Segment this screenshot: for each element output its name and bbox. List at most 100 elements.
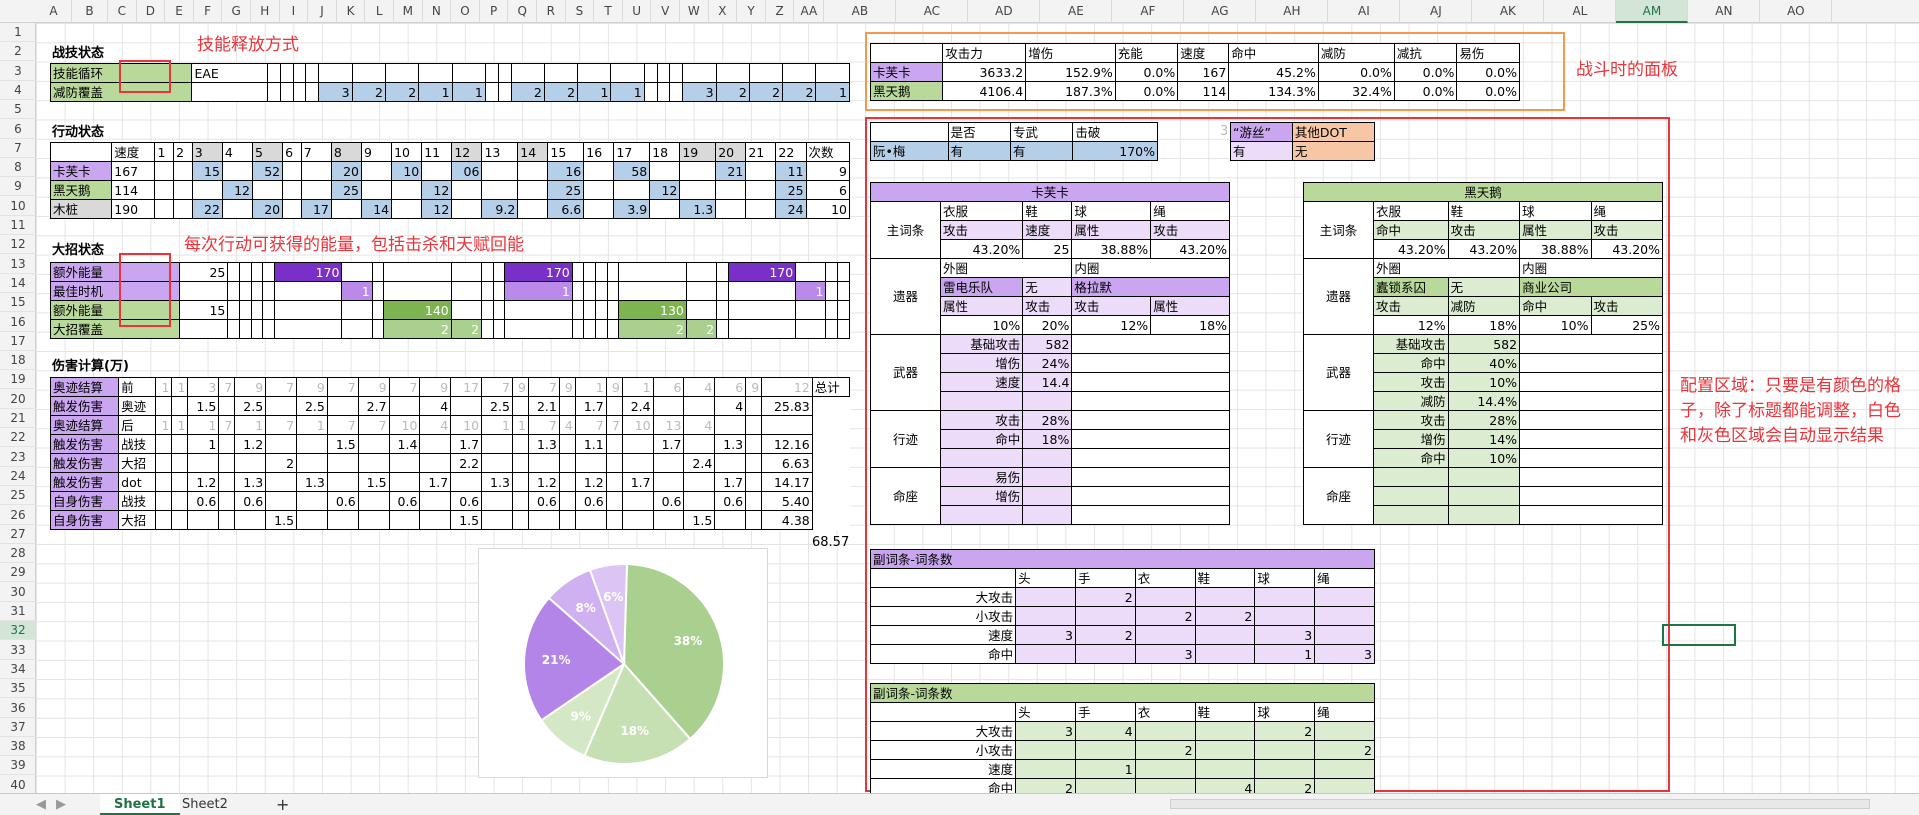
- ultimate-cell[interactable]: [606, 281, 620, 301]
- damage-cell[interactable]: 1.4: [388, 434, 421, 454]
- ultimate-cell[interactable]: [716, 262, 729, 282]
- weapon-stat[interactable]: 速度: [939, 372, 1024, 392]
- damage-cell[interactable]: [605, 510, 623, 530]
- ultimate-cell[interactable]: 2: [450, 319, 483, 339]
- substat-value[interactable]: 2: [1194, 606, 1256, 626]
- substat-value[interactable]: [1015, 587, 1076, 607]
- action-cell[interactable]: 14: [360, 199, 393, 219]
- substat-col[interactable]: 鞋: [1194, 702, 1256, 722]
- damage-cell[interactable]: [218, 510, 236, 530]
- damage-cell[interactable]: [296, 434, 328, 454]
- panel-header[interactable]: 速度: [1177, 43, 1230, 63]
- panel-header[interactable]: 增伤: [1025, 43, 1116, 63]
- defense-cover-cell[interactable]: [279, 82, 294, 102]
- tab-sheet2[interactable]: Sheet2: [168, 794, 242, 815]
- outer-label[interactable]: 外圈: [939, 258, 1073, 278]
- substat-value[interactable]: 1: [1254, 644, 1316, 664]
- column-header-AO[interactable]: AO: [1760, 0, 1833, 23]
- damage-cell[interactable]: 1.3: [527, 434, 560, 454]
- ultimate-cell[interactable]: [492, 300, 506, 320]
- trace-value[interactable]: 28%: [1447, 410, 1521, 430]
- ultimate-cell[interactable]: [450, 300, 483, 320]
- action-cell[interactable]: [451, 199, 483, 219]
- row-header-10[interactable]: 10: [0, 197, 36, 216]
- main-value[interactable]: 43.20%: [1373, 239, 1449, 259]
- damage-cell[interactable]: [419, 491, 452, 511]
- ultimate-cell[interactable]: 140: [383, 300, 452, 320]
- substat-col[interactable]: 绳: [1314, 702, 1375, 722]
- damage-cell[interactable]: 1: [187, 434, 220, 454]
- cell[interactable]: [384, 63, 420, 83]
- damage-source[interactable]: 战技: [118, 434, 157, 454]
- ultimate-cell[interactable]: [227, 300, 241, 320]
- energy-value[interactable]: [178, 319, 229, 339]
- panel-value[interactable]: 134.3%: [1228, 81, 1319, 101]
- action-cell[interactable]: [282, 199, 302, 219]
- damage-cell[interactable]: 9: [234, 377, 267, 397]
- action-header-cell[interactable]: 19: [679, 142, 717, 162]
- cell[interactable]: [837, 281, 850, 301]
- ultimate-cell[interactable]: 1: [504, 281, 573, 301]
- defense-cover-cell[interactable]: [669, 82, 684, 102]
- ultimate-cell[interactable]: [716, 319, 729, 339]
- defense-cover-cell[interactable]: 1: [451, 82, 486, 102]
- damage-cell[interactable]: [234, 510, 267, 530]
- action-cell[interactable]: [679, 180, 717, 200]
- weapon-label[interactable]: 武器: [870, 334, 941, 411]
- trace-value[interactable]: [1022, 448, 1073, 468]
- eidolon-value[interactable]: [1447, 467, 1521, 487]
- damage-cell[interactable]: 1: [621, 377, 654, 397]
- defense-cover-cell[interactable]: [497, 82, 512, 102]
- ultimate-cell[interactable]: [492, 319, 506, 339]
- panel-value[interactable]: 3633.2: [942, 62, 1027, 82]
- column-header-I[interactable]: I: [280, 0, 309, 23]
- action-cell[interactable]: [282, 180, 302, 200]
- damage-cell[interactable]: 1.2: [574, 472, 607, 492]
- substat-value[interactable]: [1194, 721, 1256, 741]
- horizontal-scrollbar[interactable]: [1170, 799, 1870, 809]
- main-value[interactable]: 43.20%: [1590, 239, 1664, 259]
- cell[interactable]: [1519, 410, 1663, 430]
- column-header-AC[interactable]: AC: [896, 0, 969, 23]
- column-header-bar[interactable]: A B C D E F G H I J K L M N O P Q R S T U V W X Y Z AA AB AC AD AE AF AG…: [0, 0, 1919, 23]
- damage-cell[interactable]: 1.7: [652, 434, 685, 454]
- ultimate-cell[interactable]: [227, 319, 241, 339]
- action-cell[interactable]: [191, 180, 223, 200]
- cell[interactable]: [1071, 353, 1230, 373]
- ultimate-cell[interactable]: 2: [685, 319, 718, 339]
- action-cell[interactable]: 12: [421, 199, 453, 219]
- inner-label[interactable]: 内圈: [1071, 258, 1230, 278]
- substat-col[interactable]: 手: [1074, 568, 1136, 588]
- damage-type[interactable]: 奥迹结算: [49, 415, 120, 435]
- ultimate-cell[interactable]: [262, 281, 276, 301]
- cell[interactable]: [714, 415, 747, 435]
- eidolon-value[interactable]: [1447, 505, 1521, 525]
- row-header-38[interactable]: 38: [0, 737, 36, 757]
- action-cell[interactable]: [252, 180, 284, 200]
- cell[interactable]: [1519, 391, 1663, 411]
- weapon-stat[interactable]: 增伤: [939, 353, 1024, 373]
- damage-cell[interactable]: 1: [511, 415, 529, 435]
- cell[interactable]: [610, 63, 645, 83]
- action-header-cell[interactable]: 5: [252, 142, 284, 162]
- ultimate-cell[interactable]: [262, 262, 276, 282]
- damage-cell[interactable]: [296, 510, 328, 530]
- damage-cell[interactable]: [714, 510, 747, 530]
- action-cell[interactable]: [154, 180, 175, 200]
- action-cell[interactable]: [421, 161, 453, 181]
- damage-cell[interactable]: [652, 453, 685, 473]
- damage-cell[interactable]: 7: [388, 377, 421, 397]
- action-header-cell[interactable]: 次数: [805, 142, 851, 162]
- cell[interactable]: [745, 472, 763, 492]
- action-cell[interactable]: [517, 161, 549, 181]
- damage-cell[interactable]: [296, 453, 328, 473]
- cell[interactable]: [305, 63, 320, 83]
- ultimate-cell[interactable]: [583, 300, 597, 320]
- damage-cell[interactable]: 1.7: [419, 472, 452, 492]
- damage-cell[interactable]: [187, 453, 220, 473]
- cell[interactable]: [715, 63, 750, 83]
- count-cell[interactable]: 6: [805, 180, 851, 200]
- row-header-19[interactable]: 19: [0, 370, 36, 390]
- damage-cell[interactable]: 1.5: [450, 510, 483, 530]
- row-header-bar[interactable]: 1 2 3 4 5 6 7 8 9 10 11 12 13 14 15 16 17 18 19 20 21 22 23 24 2…: [0, 23, 36, 795]
